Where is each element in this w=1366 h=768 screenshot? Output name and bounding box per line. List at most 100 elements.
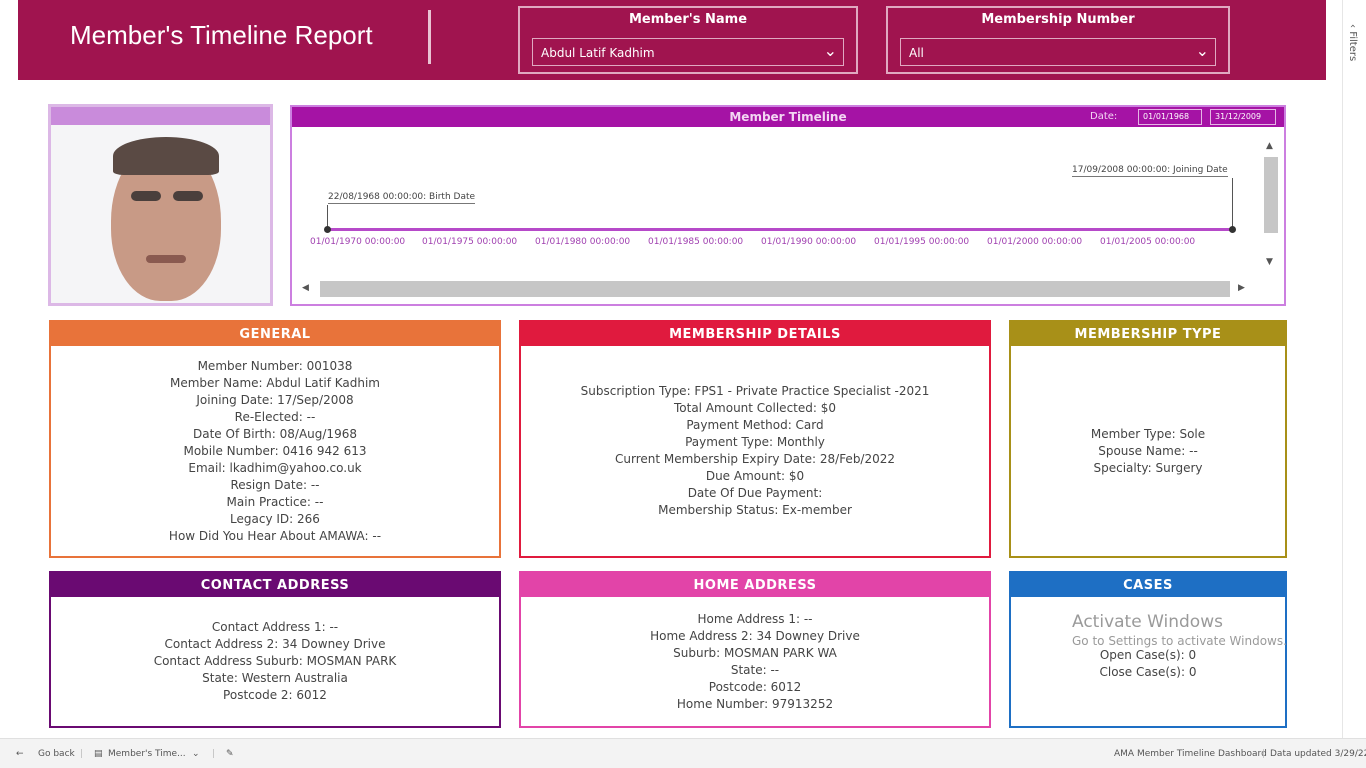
membership-status-text: Membership Status: Ex-member xyxy=(658,503,852,517)
timeline-tick-label: 01/01/1990 00:00:00 xyxy=(761,237,857,247)
timeline-tick-label: 01/01/2005 00:00:00 xyxy=(1100,237,1196,247)
right-eye-shape xyxy=(173,191,203,201)
contact-suburb-text: Contact Address Suburb: MOSMAN PARK xyxy=(153,654,397,668)
timeline-event-label: 17/09/2008 00:00:00: Joining Date xyxy=(1072,165,1228,177)
go-back-button[interactable]: Go back xyxy=(38,749,75,759)
page-tab[interactable]: Member's Time... xyxy=(108,749,186,759)
header-divider xyxy=(428,10,431,64)
scroll-left-icon[interactable]: ◀ xyxy=(302,283,309,293)
chevron-down-icon[interactable]: ⌄ xyxy=(1196,41,1209,60)
page-icon: ▤ xyxy=(94,749,103,759)
data-updated-text: Data updated 3/29/22 xyxy=(1270,749,1366,759)
watermark-subtitle: Go to Settings to activate Windows. xyxy=(1072,634,1287,648)
bottom-status-bar: ← Go back | ▤ Member's Time... ⌄ | ✎ AMA… xyxy=(0,738,1366,768)
contact-address-1-text: Contact Address 1: -- xyxy=(211,620,339,634)
activate-windows-watermark: Activate Windows Go to Settings to activ… xyxy=(1072,612,1287,648)
member-name-dropdown[interactable]: Abdul Latif Kadhim ⌄ xyxy=(532,38,844,66)
membership-number-value: All xyxy=(909,46,924,60)
filters-pane-collapsed[interactable]: ‹ Filters xyxy=(1342,0,1366,738)
general-card-title: GENERAL xyxy=(51,322,499,346)
vertical-scroll-thumb[interactable] xyxy=(1264,157,1278,233)
timeline-event-dot[interactable] xyxy=(324,226,331,233)
membership-type-body: Member Type: Sole Spouse Name: -- Specia… xyxy=(1011,346,1285,556)
contact-postcode-text: Postcode 2: 6012 xyxy=(223,688,327,702)
timeline-tick-label: 01/01/1970 00:00:00 xyxy=(310,237,406,247)
home-address-card: HOME ADDRESS Home Address 1: -- Home Add… xyxy=(519,571,991,728)
member-name-value: Abdul Latif Kadhim xyxy=(541,46,655,60)
member-timeline-visual: Member Timeline Date: 01/01/1968 31/12/2… xyxy=(290,105,1286,306)
timeline-title: Member Timeline xyxy=(729,110,847,124)
timeline-tick-label: 01/01/1975 00:00:00 xyxy=(422,237,518,247)
member-name-slicer: Member's Name Abdul Latif Kadhim ⌄ xyxy=(518,6,858,74)
cases-title: CASES xyxy=(1011,573,1285,597)
home-suburb-text: Suburb: MOSMAN PARK WA xyxy=(673,645,837,660)
timeline-tick-label: 01/01/1995 00:00:00 xyxy=(874,237,970,247)
hair-shape xyxy=(113,137,219,175)
report-header: Member's Timeline Report Member's Name A… xyxy=(18,0,1326,80)
timeline-header: Member Timeline Date: 01/01/1968 31/12/2… xyxy=(292,107,1284,127)
timeline-event-stem xyxy=(1232,178,1233,229)
timeline-date-to[interactable]: 31/12/2009 xyxy=(1210,109,1276,125)
open-cases-text: Open Case(s): 0 xyxy=(1099,648,1197,662)
bar-divider: | xyxy=(212,749,216,759)
home-number-text: Home Number: 97913252 xyxy=(676,696,834,711)
home-address-body: Home Address 1: -- Home Address 2: 34 Do… xyxy=(521,597,989,726)
home-address-2-text: Home Address 2: 34 Downey Drive xyxy=(650,628,860,643)
left-eye-shape xyxy=(131,191,161,201)
back-arrow-icon[interactable]: ← xyxy=(16,749,24,759)
scroll-down-icon[interactable]: ▼ xyxy=(1266,257,1273,267)
scroll-up-icon[interactable]: ▲ xyxy=(1266,141,1273,151)
timeline-axis-line xyxy=(327,228,1234,231)
chevron-down-icon[interactable]: ⌄ xyxy=(192,749,200,759)
filters-label[interactable]: ‹ Filters xyxy=(1347,24,1358,61)
horizontal-scroll-thumb[interactable] xyxy=(320,281,1230,297)
total-amount-text: Total Amount Collected: $0 xyxy=(673,401,836,415)
membership-number-slicer: Membership Number All ⌄ xyxy=(886,6,1230,74)
membership-details-card: MEMBERSHIP DETAILS Subscription Type: FP… xyxy=(519,320,991,558)
home-address-title: HOME ADDRESS xyxy=(521,573,989,597)
payment-type-text: Payment Type: Monthly xyxy=(685,435,825,449)
how-did-you-hear-text: How Did You Hear About AMAWA: -- xyxy=(168,528,382,543)
edit-pencil-icon[interactable]: ✎ xyxy=(226,749,234,759)
scroll-right-icon[interactable]: ▶ xyxy=(1238,283,1245,293)
timeline-plot-area: 22/08/1968 00:00:00: Birth Date 17/09/20… xyxy=(294,129,1262,279)
membership-number-label: Membership Number xyxy=(981,12,1135,27)
member-type-text: Member Type: Sole xyxy=(1090,426,1206,441)
date-of-birth-text: Date Of Birth: 08/Aug/1968 xyxy=(193,426,357,441)
cases-card: CASES Open Case(s): 0 Close Case(s): 0 xyxy=(1009,571,1287,728)
timeline-event-dot[interactable] xyxy=(1229,226,1236,233)
joining-date-text: Joining Date: 17/Sep/2008 xyxy=(196,392,354,407)
membership-details-title: MEMBERSHIP DETAILS xyxy=(521,322,989,346)
bar-divider: | xyxy=(1262,749,1266,759)
membership-details-body: Subscription Type: FPS1 - Private Practi… xyxy=(521,346,989,556)
timeline-horizontal-scrollbar[interactable]: ◀ ▶ xyxy=(296,279,1250,299)
chevron-down-icon[interactable]: ⌄ xyxy=(824,41,837,60)
membership-type-card: MEMBERSHIP TYPE Member Type: Sole Spouse… xyxy=(1009,320,1287,558)
membership-type-title: MEMBERSHIP TYPE xyxy=(1011,322,1285,346)
photo-card-header xyxy=(51,107,270,125)
email-text: Email: lkadhim@yahoo.co.uk xyxy=(188,460,362,475)
timeline-tick-label: 01/01/1985 00:00:00 xyxy=(648,237,744,247)
spouse-name-text: Spouse Name: -- xyxy=(1098,443,1198,458)
member-photo xyxy=(91,137,241,305)
timeline-date-label: Date: xyxy=(1090,111,1118,122)
watermark-title: Activate Windows xyxy=(1072,612,1223,632)
member-name-label: Member's Name xyxy=(628,12,748,27)
bar-divider: | xyxy=(80,749,84,759)
membership-number-dropdown[interactable]: All ⌄ xyxy=(900,38,1216,66)
contact-address-2-text: Contact Address 2: 34 Downey Drive xyxy=(164,637,386,651)
timeline-tick-label: 01/01/2000 00:00:00 xyxy=(987,237,1083,247)
resign-date-text: Resign Date: -- xyxy=(230,477,320,492)
contact-address-card: CONTACT ADDRESS Contact Address 1: -- Co… xyxy=(49,571,501,728)
timeline-vertical-scrollbar[interactable]: ▲ ▼ xyxy=(1262,137,1280,275)
contact-state-text: State: Western Australia xyxy=(202,671,348,685)
main-practice-text: Main Practice: -- xyxy=(226,494,324,509)
subscription-type-text: Subscription Type: FPS1 - Private Practi… xyxy=(580,384,930,398)
specialty-text: Specialty: Surgery xyxy=(1093,460,1203,475)
member-photo-card xyxy=(48,104,273,306)
timeline-date-from[interactable]: 01/01/1968 xyxy=(1138,109,1202,125)
contact-address-title: CONTACT ADDRESS xyxy=(51,573,499,597)
report-name-text: AMA Member Timeline Dashboard xyxy=(1114,749,1267,759)
mouth-shape xyxy=(146,255,186,263)
timeline-event-label: 22/08/1968 00:00:00: Birth Date xyxy=(328,192,476,204)
